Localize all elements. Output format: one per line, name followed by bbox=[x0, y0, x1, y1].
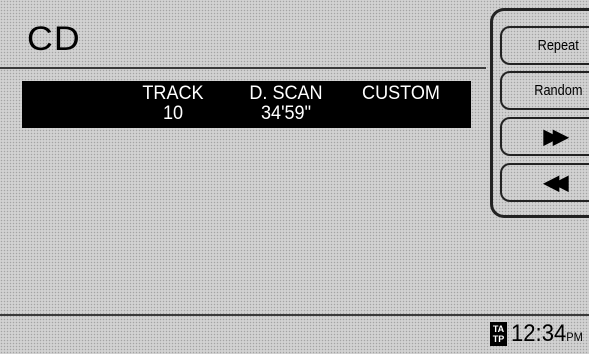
clock-ampm: PM bbox=[566, 330, 583, 344]
repeat-button[interactable]: Repeat bbox=[500, 26, 589, 65]
disc-scan-label: D. SCAN bbox=[249, 83, 323, 104]
track-column: TRACK 10 bbox=[136, 84, 210, 124]
disc-scan-time: 34'59" bbox=[260, 103, 311, 124]
tp-indicator: TP bbox=[492, 334, 505, 344]
repeat-label: Repeat bbox=[537, 37, 579, 54]
fast-forward-icon: ▶▶ bbox=[543, 126, 569, 148]
clock-time: 12:34 bbox=[511, 320, 567, 347]
rewind-icon: ◀◀ bbox=[543, 172, 569, 194]
track-info-bar: TRACK 10 D. SCAN 34'59" CUSTOM bbox=[22, 81, 471, 128]
cd-screen: CD TRACK 10 D. SCAN 34'59" CUSTOM Repeat… bbox=[0, 0, 589, 354]
disc-scan-column: D. SCAN 34'59" bbox=[240, 84, 332, 124]
rewind-button[interactable]: ◀◀ bbox=[500, 163, 589, 202]
track-value: 10 bbox=[162, 103, 184, 124]
ta-tp-icon: TA TP bbox=[490, 322, 507, 346]
fast-forward-button[interactable]: ▶▶ bbox=[500, 117, 589, 156]
random-label: Random bbox=[533, 82, 583, 99]
track-label: TRACK bbox=[142, 83, 204, 104]
custom-label: CUSTOM bbox=[362, 83, 440, 104]
footer-divider bbox=[0, 314, 589, 316]
clock: 12:34PM bbox=[511, 320, 583, 351]
header-divider bbox=[0, 67, 486, 69]
custom-column: CUSTOM bbox=[358, 84, 444, 104]
ta-indicator: TA bbox=[492, 324, 505, 334]
screen-title: CD bbox=[27, 20, 81, 58]
random-button[interactable]: Random bbox=[500, 71, 589, 110]
